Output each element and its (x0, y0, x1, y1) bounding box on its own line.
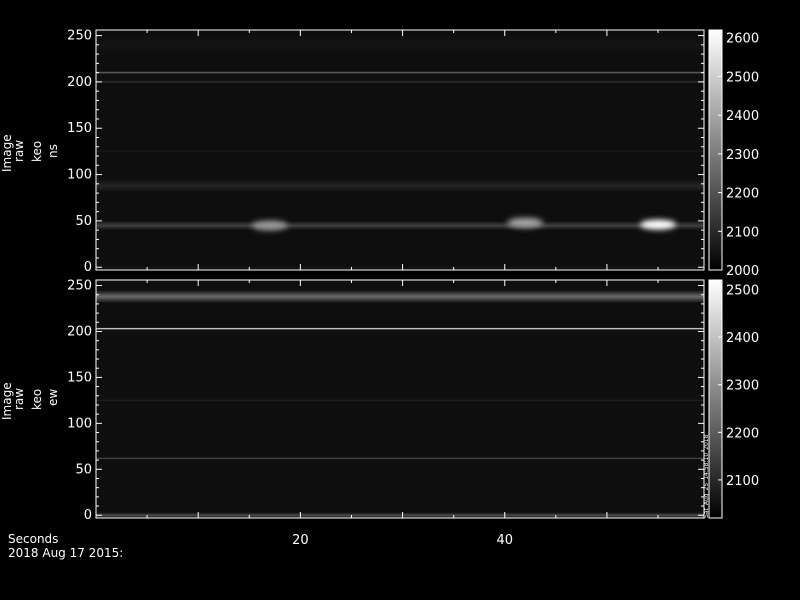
keogram-panel-2: 0 50 100 150 200 250 2100 2200 2300 2400 2500 (67, 279, 759, 524)
y-tick-label: 100 (67, 168, 92, 183)
y-tick-label: 150 (67, 370, 92, 385)
heatmap-background (96, 280, 704, 518)
colorbar-tick-label: 2300 (726, 148, 759, 163)
y-tick-label: 250 (67, 29, 92, 44)
colorbar-tick-label: 2300 (726, 379, 759, 394)
colorbar-tick-label: 2500 (726, 284, 759, 299)
y-tick-label: 0 (84, 508, 92, 523)
colorbar (708, 29, 723, 271)
colorbar (708, 279, 723, 519)
panel1-ylabel-line-3: keo (30, 140, 44, 162)
x-tick-label: 40 (496, 533, 513, 548)
panel2-ylabel-line-2: raw (12, 387, 26, 410)
colorbar-tick-label: 2000 (726, 264, 759, 279)
heatmap-band (96, 265, 704, 269)
panel2-ylabel-line-4: ew (46, 388, 60, 406)
y-tick-label: 250 (67, 279, 92, 294)
y-tick-label: 200 (67, 324, 92, 339)
y-tick-label: 50 (75, 214, 92, 229)
colorbar-tick-label: 2400 (726, 109, 759, 124)
panel2-ylabel-line-3: keo (30, 388, 44, 410)
panel1-ylabel-line-4: ns (46, 144, 60, 158)
colorbar-tick-label: 2400 (726, 331, 759, 346)
heatmap-band (96, 290, 704, 303)
heatmap-band (96, 327, 704, 330)
heatmap-bright-spot (251, 220, 288, 231)
keogram-figure: 0501001502002502000210022002300240025002… (67, 29, 759, 548)
keogram-panel-1: 0 50 100 150 200 250 2000 2100 2200 2300 2400 2500 2… (67, 29, 759, 279)
panel1-ylabel-line-2: raw (12, 139, 26, 162)
heatmap-band (96, 71, 704, 75)
colorbar-tick-label: 2200 (726, 187, 759, 202)
colorbar-tick-label: 2200 (726, 426, 759, 441)
y-tick-label: 100 (67, 416, 92, 431)
heatmap-band (96, 512, 704, 518)
colorbar-tick-label: 2100 (726, 225, 759, 240)
heatmap-band (96, 457, 704, 460)
heatmap-band (96, 179, 704, 193)
x-axis-label: Seconds (8, 532, 59, 546)
heatmap-bright-spot (640, 219, 677, 230)
y-tick-label: 0 (84, 260, 92, 275)
heatmap-band (96, 220, 704, 231)
heatmap-band (96, 35, 704, 55)
colorbar-tick-label: 2100 (726, 474, 759, 489)
x-axis-date-label: 2018 Aug 17 2015: (8, 546, 124, 560)
y-tick-label: 50 (75, 462, 92, 477)
side-timestamp: Sat_Aug_25_14:58:10_2018 (703, 434, 710, 518)
y-tick-label: 200 (67, 75, 92, 90)
y-tick-label: 150 (67, 121, 92, 136)
colorbar-tick-label: 2600 (726, 32, 759, 47)
x-tick-label: 20 (292, 533, 309, 548)
colorbar-tick-label: 2500 (726, 70, 759, 85)
heatmap-band (96, 150, 704, 153)
heatmap-bright-spot (507, 217, 544, 228)
heatmap-band (96, 80, 704, 84)
heatmap-band (96, 399, 704, 402)
